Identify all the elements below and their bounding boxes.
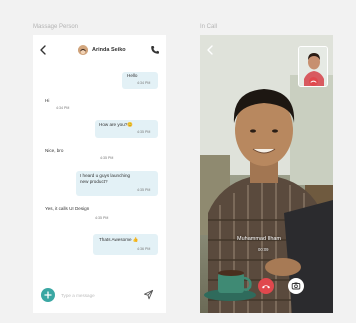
contact-name: Arinda Seiko [92, 47, 126, 53]
chat-contact[interactable]: Arinda Seiko [78, 45, 126, 55]
caller-name: Muhammad Ilham [237, 236, 282, 242]
message-time: 4:34 PM [56, 106, 70, 110]
video-call-screen: Muhammad Ilham 00:09 [200, 35, 333, 313]
message-input[interactable] [61, 289, 141, 301]
message-time: 4:35 PM [137, 130, 151, 134]
message-text: Hello [127, 73, 138, 78]
message-composer [33, 284, 166, 310]
message-text: new product? [80, 179, 108, 184]
chat-screen: Arinda Seiko Hello 4:34 PM Hi 4:34 PM Ho… [33, 35, 166, 313]
phone-hangup-icon [262, 285, 270, 289]
send-icon[interactable] [143, 289, 154, 300]
end-call-button[interactable] [258, 278, 274, 294]
message-time: 4:35 PM [137, 188, 151, 192]
message-time: 4:36 PM [137, 247, 151, 251]
arrow-left-icon[interactable] [205, 44, 215, 56]
plus-icon [44, 291, 52, 299]
message-text: Hi [45, 98, 50, 103]
switch-camera-button[interactable] [288, 278, 304, 294]
add-attachment-button[interactable] [41, 288, 55, 302]
message-time: 4:35 PM [100, 156, 114, 160]
message-text: Thats Awesome 👍 [99, 237, 139, 242]
message-time: 4:34 PM [137, 81, 151, 85]
message-text: Yes, it calls UI Design [45, 206, 90, 211]
message-text: How are you?😊 [99, 122, 134, 127]
chat-header: Arinda Seiko [33, 35, 166, 65]
message-text: Nice, bro [45, 148, 64, 153]
camera-switch-icon [291, 282, 301, 290]
self-video-preview[interactable] [298, 46, 328, 87]
end-call-small-button[interactable] [309, 77, 318, 86]
section-label-call: In Call [200, 24, 218, 30]
message-time: 4:35 PM [95, 216, 109, 220]
phone-icon[interactable] [150, 45, 160, 55]
contact-avatar [78, 45, 88, 55]
call-duration: 00:09 [258, 247, 269, 252]
section-label-message: Massage Person [33, 24, 79, 30]
arrow-left-icon[interactable] [38, 44, 48, 56]
phone-hangup-icon [310, 80, 317, 83]
